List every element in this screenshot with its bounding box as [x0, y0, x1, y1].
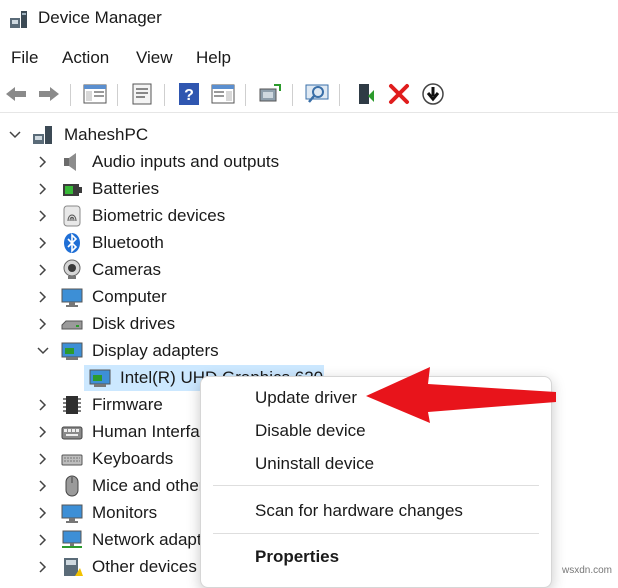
chevron-right-icon[interactable] — [36, 290, 50, 304]
chevron-right-icon[interactable] — [36, 236, 50, 250]
menu-view[interactable]: View — [136, 48, 173, 68]
svg-text:?: ? — [184, 87, 194, 104]
display-adapter-icon — [89, 369, 111, 387]
tree-item-label: Computer — [92, 287, 167, 306]
disable-device-icon[interactable] — [420, 81, 446, 107]
chevron-right-icon[interactable] — [36, 209, 50, 223]
forward-icon[interactable] — [36, 81, 62, 107]
chevron-right-icon[interactable] — [36, 506, 50, 520]
tree-item-bluetooth[interactable]: Bluetooth — [0, 230, 618, 257]
menu-separator — [213, 485, 539, 486]
tree-item-label: Biometric devices — [92, 206, 226, 225]
menu-item-properties[interactable]: Properties — [255, 547, 339, 567]
chevron-right-icon[interactable] — [36, 533, 50, 547]
uninstall-icon[interactable] — [386, 81, 412, 107]
menu-file[interactable]: File — [11, 48, 38, 68]
menu-item-update-driver[interactable]: Update driver — [255, 388, 357, 408]
tree-item-label: Disk drives — [92, 314, 176, 333]
chip-icon — [63, 396, 81, 414]
computer-pc-icon — [33, 126, 52, 144]
context-menu: Update driver Disable device Uninstall d… — [200, 376, 552, 588]
menu-action[interactable]: Action — [62, 48, 109, 68]
device-manager-icon — [10, 11, 27, 28]
tree-item-label: Cameras — [92, 260, 161, 279]
hid-icon — [61, 426, 83, 440]
chevron-right-icon[interactable] — [36, 425, 50, 439]
chevron-right-icon[interactable] — [36, 479, 50, 493]
menu-separator — [213, 533, 539, 534]
chevron-right-icon[interactable] — [36, 155, 50, 169]
toolbar: ? — [0, 78, 618, 113]
tree-item-label: Monitors — [92, 503, 158, 522]
mouse-icon — [65, 475, 79, 497]
webcam-icon — [63, 259, 81, 279]
tree-item-biometric[interactable]: Biometric devices — [0, 203, 618, 230]
chevron-right-icon[interactable] — [36, 560, 50, 574]
tree-item-label: Audio inputs and outputs — [92, 152, 280, 171]
chevron-right-icon[interactable] — [36, 317, 50, 331]
menu-item-uninstall-device[interactable]: Uninstall device — [255, 454, 374, 474]
back-icon[interactable] — [3, 81, 29, 107]
fingerprint-icon — [63, 205, 81, 227]
chevron-right-icon[interactable] — [36, 182, 50, 196]
tree-item-disk-drives[interactable]: Disk drives — [0, 311, 618, 338]
tree-item-audio[interactable]: Audio inputs and outputs — [0, 149, 618, 176]
window-title: Device Manager — [38, 8, 162, 27]
chevron-down-icon[interactable] — [8, 128, 22, 142]
tree-item-cameras[interactable]: Cameras — [0, 257, 618, 284]
monitor-icon — [61, 504, 83, 523]
menu-item-disable-device[interactable]: Disable device — [255, 421, 366, 441]
enable-device-icon[interactable] — [353, 81, 379, 107]
chevron-down-icon[interactable] — [36, 344, 50, 358]
tree-item-label: Display adapters — [92, 341, 219, 360]
title-bar: Device Manager — [0, 0, 618, 38]
scan-hardware-icon[interactable] — [304, 81, 330, 107]
disk-drive-icon — [61, 320, 83, 330]
chevron-right-icon[interactable] — [36, 398, 50, 412]
tree-root[interactable]: MaheshPC — [0, 122, 618, 149]
tree-root-label: MaheshPC — [64, 125, 149, 144]
keyboard-icon — [61, 454, 83, 466]
tree-item-computer[interactable]: Computer — [0, 284, 618, 311]
console-tree-icon[interactable] — [82, 81, 108, 107]
chevron-right-icon[interactable] — [36, 263, 50, 277]
properties-icon[interactable] — [129, 81, 155, 107]
help-icon[interactable]: ? — [176, 81, 202, 107]
tree-item-label: Batteries — [92, 179, 160, 198]
display-adapter-icon — [61, 342, 83, 360]
tree-item-label: Firmware — [92, 395, 163, 414]
bluetooth-icon — [64, 233, 80, 253]
tree-item-label: Other devices — [92, 557, 197, 576]
action-pane-icon[interactable] — [210, 81, 236, 107]
menu-help[interactable]: Help — [196, 48, 231, 68]
speaker-icon — [64, 153, 76, 171]
tree-item-batteries[interactable]: Batteries — [0, 176, 618, 203]
tree-item-display-adapters[interactable]: Display adapters — [0, 338, 618, 365]
tree-item-label: Bluetooth — [92, 233, 164, 252]
update-driver-icon[interactable] — [257, 81, 283, 107]
menu-item-scan-hardware[interactable]: Scan for hardware changes — [255, 501, 463, 521]
tree-item-label: Keyboards — [92, 449, 174, 468]
battery-icon — [63, 184, 82, 196]
network-icon — [62, 530, 82, 548]
watermark: wsxdn.com — [561, 565, 612, 576]
chevron-right-icon[interactable] — [36, 452, 50, 466]
monitor-icon — [61, 288, 83, 307]
unknown-device-icon — [64, 558, 83, 576]
